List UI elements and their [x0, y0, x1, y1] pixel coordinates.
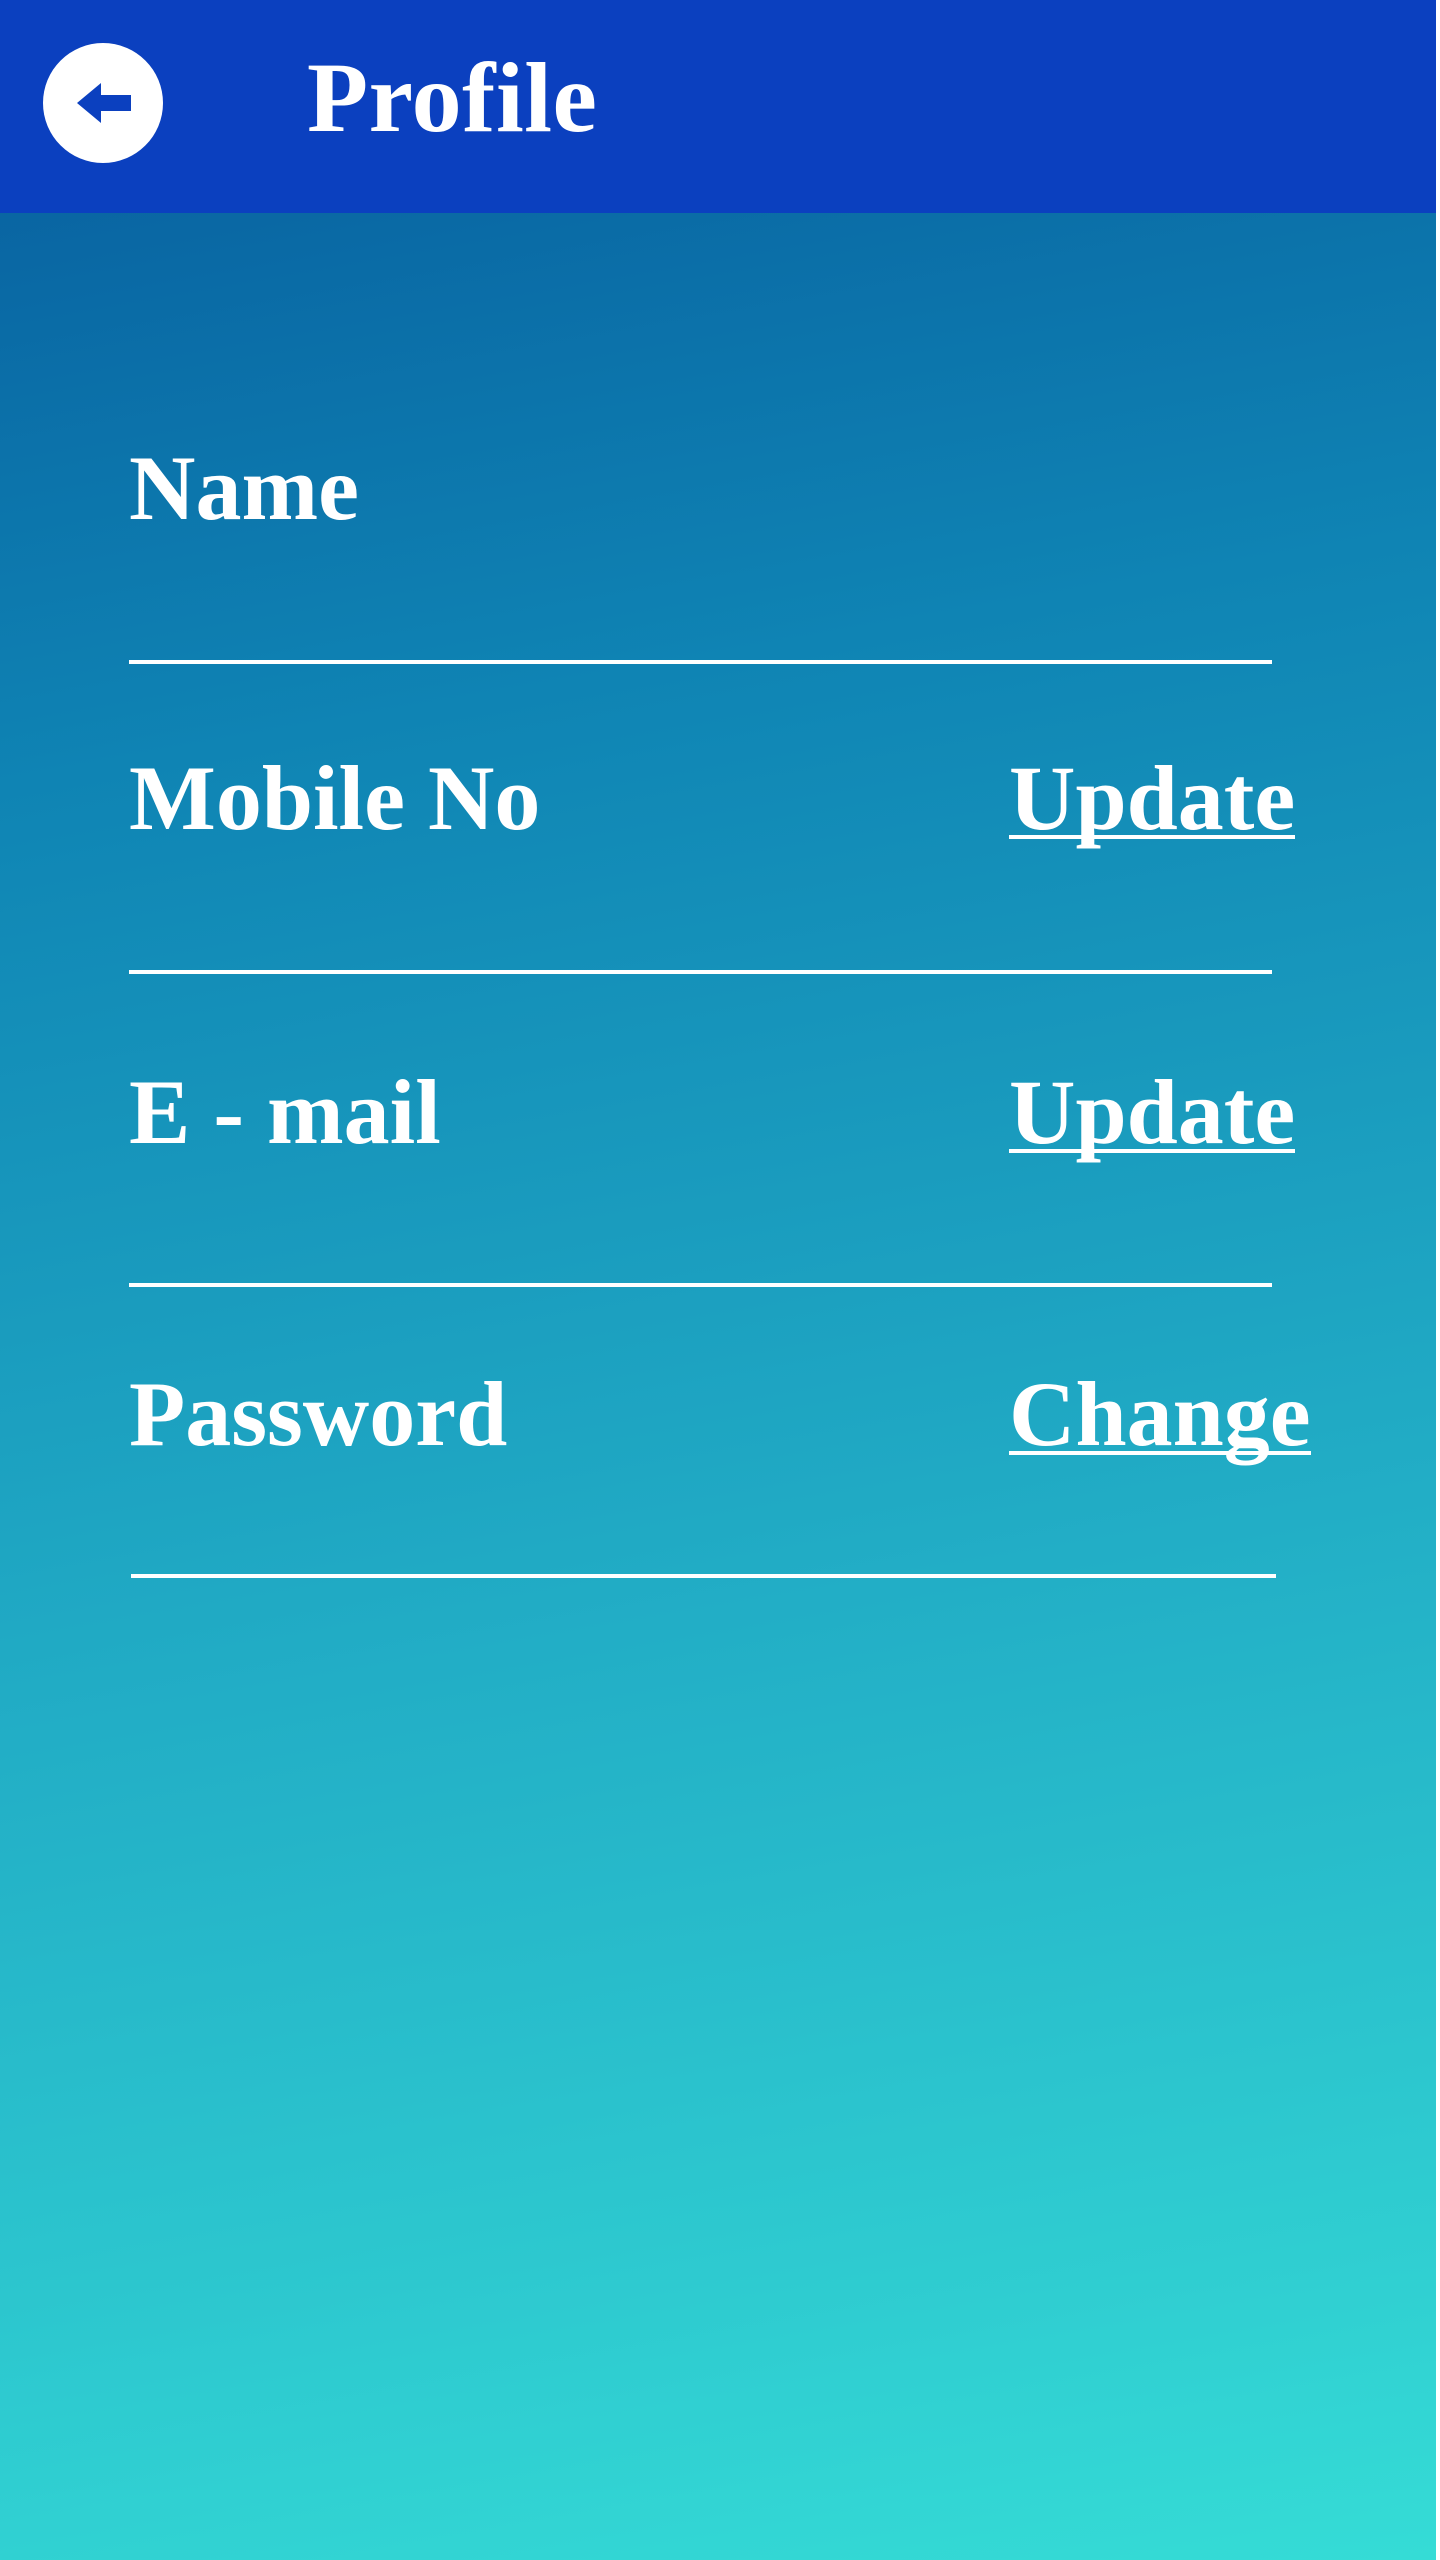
password-divider: [131, 1574, 1276, 1578]
back-button[interactable]: [43, 43, 163, 163]
mobile-row: Mobile No Update: [0, 746, 1436, 916]
email-row: E - mail Update: [0, 1060, 1436, 1230]
name-divider: [129, 660, 1272, 664]
page-title: Profile: [307, 42, 598, 153]
name-label: Name: [129, 437, 359, 539]
email-divider: [129, 1283, 1272, 1287]
right-edge-line: [1436, 0, 1440, 2560]
password-label: Password: [129, 1363, 508, 1465]
email-update-link[interactable]: Update: [1009, 1060, 1296, 1164]
name-row: Name: [0, 436, 1436, 606]
mobile-divider: [129, 970, 1272, 974]
password-change-link[interactable]: Change: [1009, 1362, 1311, 1466]
email-label: E - mail: [129, 1061, 441, 1163]
email-update-underline: [1009, 1149, 1296, 1153]
app-header: Profile: [0, 0, 1436, 213]
mobile-update-link[interactable]: Update: [1009, 746, 1296, 850]
mobile-update-underline: [1009, 835, 1296, 839]
password-change-underline: [1009, 1451, 1311, 1455]
mobile-label: Mobile No: [129, 747, 541, 849]
password-row: Password Change: [0, 1362, 1436, 1532]
arrow-left-icon: [71, 71, 135, 135]
